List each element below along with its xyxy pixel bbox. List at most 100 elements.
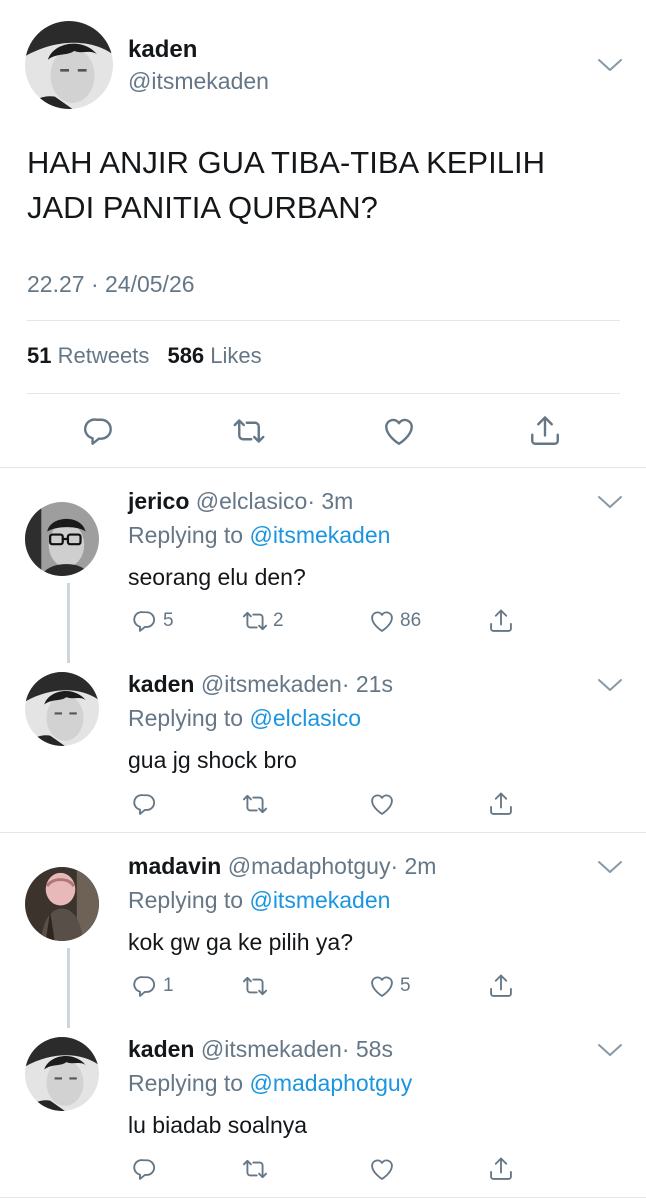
- replying-to-link[interactable]: @madaphotguy: [249, 1070, 412, 1096]
- tweet-stats: 51 Retweets 586 Likes: [27, 343, 262, 369]
- divider: [0, 1197, 646, 1198]
- retweets-count[interactable]: 51: [27, 343, 51, 368]
- share-action[interactable]: [487, 1155, 515, 1183]
- chevron-down-icon[interactable]: [597, 677, 623, 693]
- likes-count[interactable]: 586: [167, 343, 204, 368]
- retweet-action[interactable]: [241, 1155, 273, 1183]
- retweet-icon[interactable]: [241, 790, 269, 818]
- retweets-label[interactable]: Retweets: [58, 343, 150, 368]
- author-handle[interactable]: @elclasico: [196, 488, 308, 514]
- like-action[interactable]: [368, 790, 400, 818]
- share-action[interactable]: [487, 607, 515, 635]
- reply-header: madavin @madaphotguy· 2m: [128, 853, 436, 880]
- main-tweet: kaden @itsmekaden HAH ANJIR GUA TIBA-TIB…: [0, 0, 646, 468]
- share-icon[interactable]: [487, 972, 515, 1000]
- divider: [27, 393, 620, 394]
- reply-count: 1: [163, 975, 174, 996]
- reply-tweet[interactable]: jerico @elclasico· 3m Replying to @itsme…: [0, 469, 646, 663]
- avatar[interactable]: [25, 21, 113, 109]
- retweet-count: 2: [273, 610, 284, 631]
- reply-action[interactable]: [131, 1155, 163, 1183]
- like-icon[interactable]: [368, 972, 396, 1000]
- reply-action[interactable]: 1: [131, 972, 174, 1000]
- reply-text: lu biadab soalnya: [128, 1112, 308, 1138]
- retweet-action[interactable]: [241, 790, 273, 818]
- share-icon[interactable]: [487, 1155, 515, 1183]
- share-icon[interactable]: [487, 790, 515, 818]
- replying-prefix: Replying to: [128, 705, 244, 731]
- reply-count: 5: [163, 610, 174, 631]
- reply-header: jerico @elclasico· 3m: [128, 488, 353, 515]
- replying-to: Replying to @elclasico: [128, 705, 361, 732]
- author-name[interactable]: kaden: [128, 36, 197, 64]
- replying-prefix: Replying to: [128, 1070, 244, 1096]
- thread-line: [67, 583, 70, 663]
- like-action[interactable]: 5: [368, 972, 411, 1000]
- retweet-icon[interactable]: [241, 1155, 269, 1183]
- retweet-icon[interactable]: [231, 413, 267, 449]
- avatar[interactable]: [25, 1037, 99, 1111]
- chevron-down-icon[interactable]: [597, 859, 623, 875]
- author-name[interactable]: jerico: [128, 488, 189, 514]
- like-icon[interactable]: [368, 1155, 396, 1183]
- reply-action[interactable]: 5: [131, 607, 174, 635]
- reply-header: kaden @itsmekaden· 21s: [128, 671, 393, 698]
- replying-to-link[interactable]: @itsmekaden: [249, 887, 390, 913]
- retweet-action[interactable]: 2: [241, 607, 284, 635]
- reply-tweet[interactable]: madavin @madaphotguy· 2m Replying to @it…: [0, 834, 646, 1028]
- reply-text: seorang elu den?: [128, 564, 306, 590]
- replying-to-link[interactable]: @elclasico: [249, 705, 361, 731]
- reply-icon[interactable]: [131, 790, 159, 818]
- tweet-text: HAH ANJIR GUA TIBA-TIBA KEPILIH JADI PAN…: [27, 140, 607, 230]
- reply-time: · 21s: [341, 671, 393, 697]
- replying-to-link[interactable]: @itsmekaden: [249, 522, 390, 548]
- tweet-text-line: JADI PANITIA QURBAN?: [27, 190, 378, 225]
- reply-icon[interactable]: [131, 607, 159, 635]
- reply-icon[interactable]: [131, 1155, 159, 1183]
- author-name[interactable]: madavin: [128, 853, 221, 879]
- reply-icon[interactable]: [131, 972, 159, 1000]
- reply-tweet[interactable]: kaden @itsmekaden· 58s Replying to @mada…: [0, 1017, 646, 1197]
- reply-icon[interactable]: [81, 413, 117, 449]
- share-icon[interactable]: [527, 413, 563, 449]
- replying-to: Replying to @madaphotguy: [128, 1070, 412, 1097]
- share-icon[interactable]: [487, 607, 515, 635]
- author-name[interactable]: kaden: [128, 671, 194, 697]
- reply-header: kaden @itsmekaden· 58s: [128, 1036, 393, 1063]
- divider: [0, 832, 646, 833]
- share-action[interactable]: [487, 972, 515, 1000]
- divider: [27, 320, 620, 321]
- likes-label[interactable]: Likes: [210, 343, 261, 368]
- thread-line: [67, 948, 70, 1028]
- reply-action[interactable]: [131, 790, 163, 818]
- like-count: 86: [400, 610, 422, 631]
- avatar[interactable]: [25, 672, 99, 746]
- chevron-down-icon[interactable]: [597, 494, 623, 510]
- avatar[interactable]: [25, 867, 99, 941]
- retweet-action[interactable]: [241, 972, 273, 1000]
- retweet-icon[interactable]: [241, 607, 269, 635]
- tweet-timestamp: 22.27 · 24/05/26: [27, 271, 195, 297]
- reply-time: · 2m: [390, 853, 437, 879]
- author-handle[interactable]: @itsmekaden: [201, 1036, 342, 1062]
- author-handle[interactable]: @madaphotguy: [228, 853, 391, 879]
- like-count: 5: [400, 975, 411, 996]
- author-handle[interactable]: @itsmekaden: [201, 671, 342, 697]
- like-icon[interactable]: [368, 607, 396, 635]
- like-icon[interactable]: [368, 790, 396, 818]
- reply-tweet[interactable]: kaden @itsmekaden· 21s Replying to @elcl…: [0, 652, 646, 832]
- chevron-down-icon[interactable]: [597, 57, 623, 73]
- retweet-icon[interactable]: [241, 972, 269, 1000]
- tweet-text-line: HAH ANJIR GUA TIBA-TIBA KEPILIH: [27, 145, 545, 180]
- like-action[interactable]: 86: [368, 607, 421, 635]
- reply-text: gua jg shock bro: [128, 747, 297, 773]
- replying-to: Replying to @itsmekaden: [128, 522, 390, 549]
- replying-prefix: Replying to: [128, 522, 244, 548]
- avatar[interactable]: [25, 502, 99, 576]
- author-name[interactable]: kaden: [128, 1036, 194, 1062]
- chevron-down-icon[interactable]: [597, 1042, 623, 1058]
- like-icon[interactable]: [381, 413, 417, 449]
- like-action[interactable]: [368, 1155, 400, 1183]
- author-handle[interactable]: @itsmekaden: [128, 68, 269, 95]
- share-action[interactable]: [487, 790, 515, 818]
